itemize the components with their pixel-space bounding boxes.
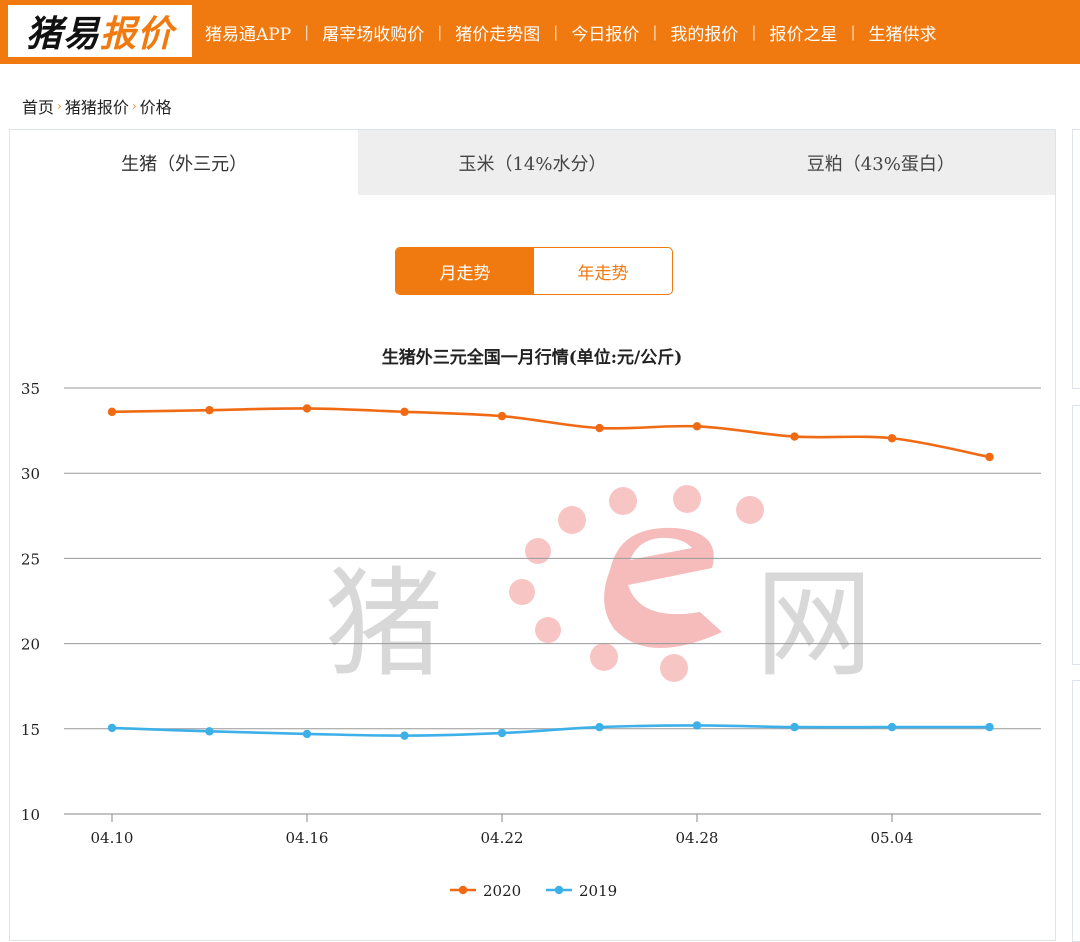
data-point-2020[interactable] <box>205 405 214 415</box>
data-point-2019[interactable] <box>400 731 409 740</box>
data-point-2019[interactable] <box>302 729 312 739</box>
x-tick-label: 04.10 <box>91 829 134 847</box>
nav-separator: | <box>751 23 757 41</box>
site-logo[interactable]: 猪易 报价 <box>8 5 192 57</box>
watermark-text-right: 网 <box>755 555 873 693</box>
x-tick-label: 04.22 <box>481 829 524 847</box>
data-point-2019[interactable] <box>887 722 897 732</box>
logo-text-part2: 报价 <box>100 13 175 55</box>
logo-text-part1: 猪易 <box>25 13 100 55</box>
data-point-2019[interactable] <box>595 722 604 732</box>
x-axis: 04.10 04.16 04.22 04.28 05.04 <box>91 814 914 847</box>
breadcrumb: 首页 › 猪猪报价 › 价格 <box>22 94 172 118</box>
sidebar-panel-edge <box>1072 129 1080 389</box>
data-point-2020[interactable] <box>400 407 409 417</box>
nav-item-price-trend[interactable]: 猪价走势图 <box>455 20 540 45</box>
data-point-2019[interactable] <box>790 722 799 732</box>
legend-marker-2020 <box>458 885 468 895</box>
nav-item-supply-demand[interactable]: 生猪供求 <box>869 20 937 45</box>
nav-item-today-quote[interactable]: 今日报价 <box>571 20 639 45</box>
price-panel: 生猪（外三元） 玉米（14%水分） 豆粕（43%蛋白） 月走势 年走势 猪 网 <box>9 129 1056 941</box>
y-tick-label: 35 <box>21 380 40 398</box>
series-line-2019 <box>111 724 990 737</box>
data-point-2020[interactable] <box>790 432 799 441</box>
x-tick-label: 04.28 <box>676 829 719 847</box>
data-point-2019[interactable] <box>107 723 117 733</box>
series-line-2020 <box>111 407 990 459</box>
nav-separator: | <box>553 23 559 41</box>
y-tick-label: 15 <box>21 721 40 739</box>
nav-separator: | <box>850 23 856 41</box>
data-point-2020[interactable] <box>107 407 117 417</box>
nav-item-my-quote[interactable]: 我的报价 <box>670 20 738 45</box>
data-point-2019[interactable] <box>205 727 214 736</box>
breadcrumb-home[interactable]: 首页 <box>22 94 54 118</box>
data-point-2019[interactable] <box>497 728 507 738</box>
data-point-2020[interactable] <box>595 423 604 433</box>
top-navigation-bar: 猪易 报价 猪易通APP | 屠宰场收购价 | 猪价走势图 | 今日报价 | 我的… <box>0 0 1080 64</box>
breadcrumb-arrow-icon: › <box>131 99 137 113</box>
price-line-chart: 猪 网 生猪外三元全国一月行情(单位:元/公斤) 10 15 20 25 30 35 04… <box>21 347 1041 900</box>
breadcrumb-arrow-icon: › <box>57 99 62 113</box>
breadcrumb-current: 价格 <box>139 98 172 117</box>
x-tick-label: 05.04 <box>871 829 914 847</box>
y-tick-label: 10 <box>21 806 40 824</box>
y-tick-label: 25 <box>21 550 40 568</box>
chart-legend: 2020 2019 <box>450 882 617 900</box>
nav-item-slaughterhouse-price[interactable]: 屠宰场收购价 <box>322 20 424 45</box>
nav-item-app[interactable]: 猪易通APP <box>205 20 291 45</box>
data-point-2020[interactable] <box>887 434 897 443</box>
watermark-e-logo-icon <box>509 485 764 682</box>
x-tick-label: 04.16 <box>286 829 329 847</box>
nav-separator: | <box>652 23 658 41</box>
chart-grid <box>64 387 1041 815</box>
sidebar-panel-edge <box>1072 405 1080 665</box>
nav-separator: | <box>437 23 443 41</box>
chart-title: 生猪外三元全国一月行情(单位:元/公斤) <box>382 347 683 368</box>
data-point-2020[interactable] <box>302 404 312 413</box>
data-point-2019[interactable] <box>692 721 702 730</box>
y-axis: 10 15 20 25 30 35 <box>21 380 40 824</box>
watermark-text-left: 猪 <box>325 555 443 693</box>
y-tick-label: 20 <box>21 636 40 654</box>
data-point-2020[interactable] <box>497 411 507 421</box>
legend-label-2020[interactable]: 2020 <box>483 882 521 900</box>
nav-separator: | <box>304 23 310 41</box>
watermark: 猪 网 <box>325 485 873 693</box>
legend-marker-2019 <box>554 885 564 895</box>
sidebar-panel-edge <box>1072 680 1080 942</box>
breadcrumb-quotes[interactable]: 猪猪报价 <box>65 94 129 118</box>
y-tick-label: 30 <box>21 465 40 483</box>
data-point-2019[interactable] <box>985 722 994 732</box>
main-nav: 猪易通APP | 屠宰场收购价 | 猪价走势图 | 今日报价 | 我的报价 | … <box>205 0 1080 64</box>
nav-item-quote-star[interactable]: 报价之星 <box>769 20 837 45</box>
legend-label-2019[interactable]: 2019 <box>579 882 617 900</box>
data-point-2020[interactable] <box>692 422 702 431</box>
data-point-2020[interactable] <box>985 452 994 462</box>
